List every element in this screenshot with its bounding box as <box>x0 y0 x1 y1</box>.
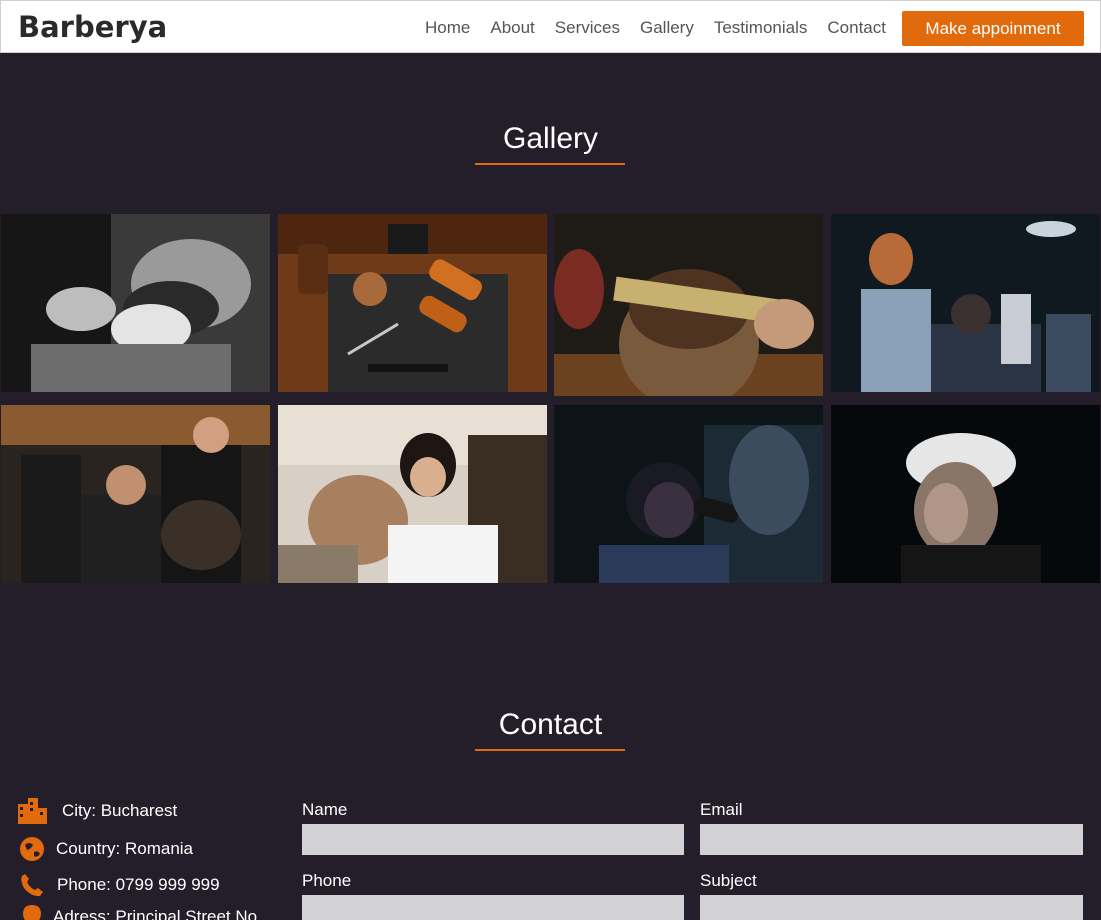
brand-logo[interactable]: Barberya <box>18 10 167 44</box>
gallery-image-beard-trim[interactable] <box>1 214 270 392</box>
make-appointment-button[interactable]: Make appoinment <box>902 11 1084 46</box>
subject-label: Subject <box>700 871 757 890</box>
nav-link-home[interactable]: Home <box>425 18 470 38</box>
name-field[interactable] <box>302 824 684 855</box>
gallery-image-clipper-cut[interactable] <box>554 405 823 583</box>
contact-title-underline <box>475 749 625 751</box>
nav-link-contact[interactable]: Contact <box>827 18 886 38</box>
info-phone-text: Phone: 0799 999 999 <box>57 875 220 894</box>
gallery-image-styled-platinum[interactable] <box>831 405 1100 583</box>
email-field[interactable] <box>700 824 1083 855</box>
info-country-text: Country: Romania <box>56 839 194 858</box>
phone-field[interactable] <box>302 895 684 920</box>
gallery-image-comb-scissors[interactable] <box>554 214 823 396</box>
nav-link-gallery[interactable]: Gallery <box>640 18 694 38</box>
gallery-image-barber-tools[interactable] <box>278 214 547 392</box>
city-icon <box>16 797 48 825</box>
gallery-image-busy-barbershop[interactable] <box>1 405 270 583</box>
info-address-text: Adress: Principal Street No <box>53 907 258 920</box>
email-label: Email <box>700 800 743 819</box>
gallery-image-barber-shop-cut[interactable] <box>831 214 1100 392</box>
gallery-image-woman-barber[interactable] <box>278 405 547 583</box>
nav-link-testimonials[interactable]: Testimonials <box>714 18 808 38</box>
name-label: Name <box>302 800 348 819</box>
phone-icon <box>16 871 48 899</box>
gallery-title-underline <box>475 163 625 165</box>
info-city-text: City: Bucharest <box>62 801 178 820</box>
phone-label: Phone <box>302 871 352 890</box>
navbar: Barberya Home About Services Gallery Tes… <box>0 0 1101 53</box>
gallery-title: Gallery <box>502 122 599 155</box>
nav-links: Home About Services Gallery Testimonials… <box>425 18 906 38</box>
info-address: Adress: Principal Street No <box>16 903 257 920</box>
info-country: Country: Romania <box>16 835 193 863</box>
info-phone: Phone: 0799 999 999 <box>16 871 220 899</box>
nav-link-about[interactable]: About <box>490 18 534 38</box>
globe-icon <box>16 835 48 863</box>
subject-field[interactable] <box>700 895 1083 920</box>
contact-title: Contact <box>498 708 603 741</box>
info-city: City: Bucharest <box>16 797 177 825</box>
location-icon <box>16 903 48 920</box>
nav-link-services[interactable]: Services <box>555 18 620 38</box>
